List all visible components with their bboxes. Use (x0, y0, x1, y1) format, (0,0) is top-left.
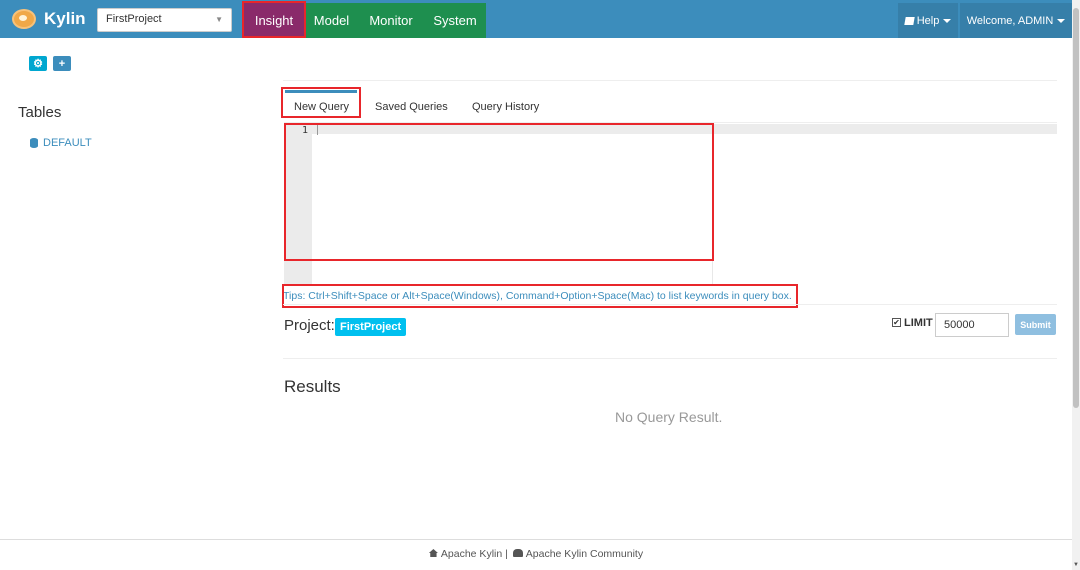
tab-query-history[interactable]: Query History (472, 101, 539, 113)
home-icon (428, 549, 438, 557)
results-title: Results (284, 377, 341, 396)
help-label: Help (916, 14, 940, 27)
page-scrollbar[interactable]: ▼ (1072, 0, 1080, 570)
caret-down-icon (943, 18, 952, 23)
nav-model[interactable]: Model (305, 3, 358, 38)
scroll-down-arrow-icon[interactable]: ▼ (1073, 562, 1079, 568)
nav-system[interactable]: System (424, 3, 486, 38)
nav-monitor[interactable]: Monitor (358, 3, 424, 38)
project-select-value: FirstProject (106, 13, 162, 25)
caret-down-icon (1057, 18, 1066, 23)
project-label: Project: (284, 317, 335, 334)
limit-checkbox[interactable]: ✔ (892, 318, 901, 327)
divider (283, 304, 1057, 305)
welcome-label: Welcome, ADMIN (966, 14, 1054, 27)
plus-icon: + (58, 57, 66, 70)
settings-button[interactable]: ⚙ (29, 56, 47, 71)
footer: Apache Kylin | Apache Kylin Community (0, 548, 1072, 560)
kylin-logo-icon (12, 9, 36, 29)
highlight-box-insight (242, 1, 306, 38)
users-icon (512, 549, 523, 557)
database-icon (30, 138, 38, 148)
highlight-box-new-query (281, 87, 361, 118)
add-button[interactable]: + (53, 56, 71, 71)
limit-label: LIMIT (904, 317, 933, 329)
top-navbar: Kylin FirstProject ▼ Insight Model Monit… (0, 0, 1072, 38)
divider (283, 80, 1057, 81)
brand[interactable]: Kylin (12, 6, 86, 32)
book-icon (903, 16, 915, 25)
database-label: DEFAULT (43, 137, 92, 149)
footer-link-community[interactable]: Apache Kylin Community (526, 548, 643, 560)
footer-separator: | (505, 548, 508, 560)
project-select[interactable]: FirstProject ▼ (97, 8, 232, 32)
footer-link-kylin[interactable]: Apache Kylin (441, 548, 502, 560)
tables-title: Tables (18, 104, 62, 121)
brand-name: Kylin (44, 9, 86, 28)
cogs-icon: ⚙ (33, 58, 43, 70)
project-badge: FirstProject (335, 318, 407, 336)
limit-input[interactable]: 50000 (935, 313, 1009, 337)
tab-saved-queries[interactable]: Saved Queries (375, 101, 448, 113)
chevron-down-icon: ▼ (215, 15, 223, 24)
help-menu[interactable]: Help (898, 3, 958, 38)
highlight-box-editor (284, 123, 714, 261)
kylin-insight-page: Kylin FirstProject ▼ Insight Model Monit… (0, 0, 1080, 570)
no-result-message: No Query Result. (615, 409, 723, 425)
database-item-default[interactable]: DEFAULT (30, 137, 92, 149)
user-menu[interactable]: Welcome, ADMIN (960, 3, 1072, 38)
scrollbar-thumb[interactable] (1073, 8, 1079, 408)
submit-button[interactable]: Submit (1015, 314, 1056, 335)
divider (283, 358, 1057, 359)
footer-divider (0, 539, 1072, 540)
